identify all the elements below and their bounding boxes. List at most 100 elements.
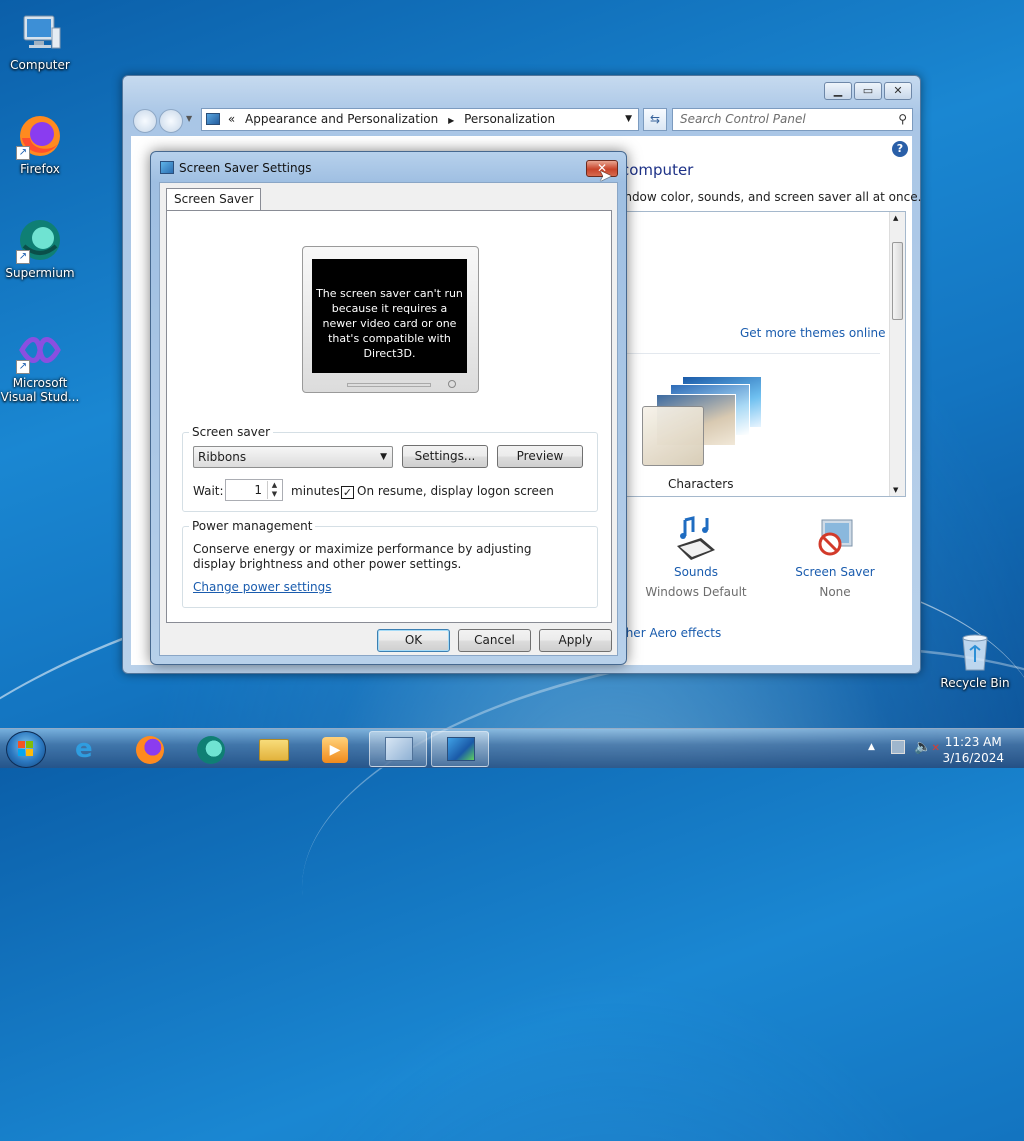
screen-saver-settings-dialog[interactable]: Screen Saver Settings ✕ ➤ Screen Saver T… <box>150 151 627 665</box>
sounds-setting[interactable]: Sounds Windows Default <box>643 516 749 599</box>
screen-saver-icon <box>447 737 475 761</box>
desktop-icon-computer[interactable]: Computer <box>0 8 80 72</box>
sounds-value: Windows Default <box>645 585 747 599</box>
breadcrumb-personalization[interactable]: Personalization <box>464 112 555 126</box>
wait-label: Wait: <box>193 484 224 498</box>
address-bar[interactable]: « Appearance and Personalization ▶ Perso… <box>201 108 639 131</box>
wait-value: 1 <box>254 483 262 497</box>
ok-button[interactable]: OK <box>377 629 450 652</box>
taskbar-control-panel[interactable] <box>369 731 427 767</box>
theme-thumbnail-characters[interactable] <box>642 372 772 472</box>
get-more-themes-link[interactable]: Get more themes online <box>740 326 886 340</box>
shortcut-arrow-icon: ↗ <box>16 360 30 374</box>
sounds-label[interactable]: Sounds <box>643 565 749 579</box>
taskbar: e ▶ ▲ 🔈✕ 11:23 AM 3/16/2024 <box>0 728 1024 768</box>
theme-separator <box>620 353 880 354</box>
monitor-slot <box>347 383 431 387</box>
taskbar-file-explorer[interactable] <box>244 731 302 767</box>
aero-effects-link[interactable]: ther Aero effects <box>621 626 721 640</box>
taskbar-screen-saver[interactable] <box>431 731 489 767</box>
network-icon[interactable] <box>891 740 905 754</box>
show-hidden-icons-icon[interactable]: ▲ <box>868 742 875 752</box>
maximize-button[interactable]: ▭ <box>854 82 882 100</box>
apply-button[interactable]: Apply <box>539 629 612 652</box>
navigation-bar: ▼ « Appearance and Personalization ▶ Per… <box>131 106 913 134</box>
resume-logon-label[interactable]: On resume, display logon screen <box>357 484 554 498</box>
clock-time: 11:23 AM <box>944 735 1002 749</box>
computer-icon <box>16 8 64 56</box>
settings-button[interactable]: Settings... <box>402 445 488 468</box>
help-icon[interactable]: ? <box>892 141 908 157</box>
supermium-icon: ↗ <box>16 216 64 264</box>
search-placeholder: Search Control Panel <box>680 112 806 126</box>
wait-minutes-stepper[interactable]: 1 ▲ ▼ <box>225 479 283 501</box>
visual-studio-icon: ↗ <box>16 326 64 374</box>
preview-button[interactable]: Preview <box>497 445 583 468</box>
recent-pages-chevron-icon[interactable]: ▼ <box>186 114 192 123</box>
refresh-button[interactable]: ⇆ <box>643 108 667 131</box>
taskbar-supermium[interactable] <box>182 731 240 767</box>
desktop-icon-label: Recycle Bin <box>940 676 1010 690</box>
change-power-settings-link[interactable]: Change power settings <box>193 580 332 594</box>
address-dropdown-icon[interactable]: ▼ <box>625 109 632 130</box>
power-group-label: Power management <box>189 519 316 533</box>
tab-screen-saver[interactable]: Screen Saver <box>166 188 262 211</box>
minimize-button[interactable]: ▁ <box>824 82 852 100</box>
desktop-icon-firefox[interactable]: ↗ Firefox <box>0 112 80 176</box>
search-icon: ⚲ <box>898 112 907 126</box>
breadcrumb-appearance[interactable]: Appearance and Personalization <box>245 112 438 126</box>
shortcut-arrow-icon: ↗ <box>16 146 30 160</box>
window-caption-buttons: ▁ ▭ ✕ <box>824 82 912 100</box>
screen-saver-label[interactable]: Screen Saver <box>782 565 888 579</box>
taskbar-media-player[interactable]: ▶ <box>305 731 363 767</box>
desktop-icon-label: Supermium <box>5 266 75 280</box>
screen-saver-selected: Ribbons <box>198 450 247 464</box>
desktop-icon-supermium[interactable]: ↗ Supermium <box>0 216 80 280</box>
shortcut-arrow-icon: ↗ <box>16 250 30 264</box>
spin-updown-icon[interactable]: ▲ ▼ <box>267 481 281 499</box>
internet-explorer-icon: e <box>75 734 93 764</box>
power-management-group: Power management Conserve energy or maxi… <box>182 519 598 608</box>
close-button[interactable]: ✕ <box>884 82 912 100</box>
dialog-title: Screen Saver Settings <box>179 161 312 175</box>
desktop-icon-label: Firefox <box>20 162 60 176</box>
recycle-bin-icon <box>951 626 999 674</box>
desktop-icon-recycle-bin[interactable]: Recycle Bin <box>935 626 1015 690</box>
firefox-icon: ↗ <box>16 112 64 160</box>
scroll-thumb[interactable] <box>892 242 903 320</box>
preview-message: The screen saver can't run because it re… <box>312 259 467 373</box>
firefox-icon <box>136 736 164 764</box>
tab-panel: The screen saver can't run because it re… <box>166 210 612 623</box>
scroll-up-icon[interactable]: ▲ <box>893 214 898 222</box>
search-input[interactable]: Search Control Panel ⚲ <box>672 108 913 131</box>
desktop-icon-visual-studio[interactable]: ↗ Microsoft Visual Stud... <box>0 326 80 404</box>
forward-button[interactable] <box>159 109 183 133</box>
theme-label-characters: Characters <box>668 477 734 491</box>
screen-saver-icon <box>160 161 174 174</box>
scroll-down-icon[interactable]: ▼ <box>893 486 898 494</box>
cancel-button[interactable]: Cancel <box>458 629 531 652</box>
clock-date: 3/16/2024 <box>942 751 1004 765</box>
screen-saver-value: None <box>819 585 851 599</box>
desktop-icon-label: Computer <box>10 58 70 72</box>
theme-scrollbar[interactable]: ▲ ▼ <box>889 212 905 496</box>
volume-muted-icon[interactable]: 🔈✕ <box>914 739 940 755</box>
supermium-icon <box>197 736 225 764</box>
clock[interactable]: 11:23 AM 3/16/2024 <box>942 734 1004 766</box>
breadcrumb-overflow[interactable]: « <box>228 112 235 126</box>
page-title: computer <box>621 161 694 179</box>
theme-selected-frame <box>642 406 704 466</box>
control-panel-icon <box>206 113 220 125</box>
back-button[interactable] <box>133 109 157 133</box>
screen-saver-setting[interactable]: Screen Saver None <box>782 516 888 599</box>
start-button[interactable] <box>6 731 46 768</box>
taskbar-internet-explorer[interactable]: e <box>60 731 118 767</box>
resume-logon-checkbox[interactable]: ✓ <box>341 486 354 499</box>
screen-saver-icon <box>818 519 853 556</box>
screen-saver-select[interactable]: Ribbons ▼ <box>193 446 393 468</box>
taskbar-firefox[interactable] <box>121 731 179 767</box>
page-subtitle: indow color, sounds, and screen saver al… <box>621 190 922 204</box>
minutes-label: minutes <box>291 484 340 498</box>
monitor-power-knob <box>448 380 456 388</box>
theme-list[interactable]: Get more themes online Characters ▲ ▼ <box>619 211 906 497</box>
